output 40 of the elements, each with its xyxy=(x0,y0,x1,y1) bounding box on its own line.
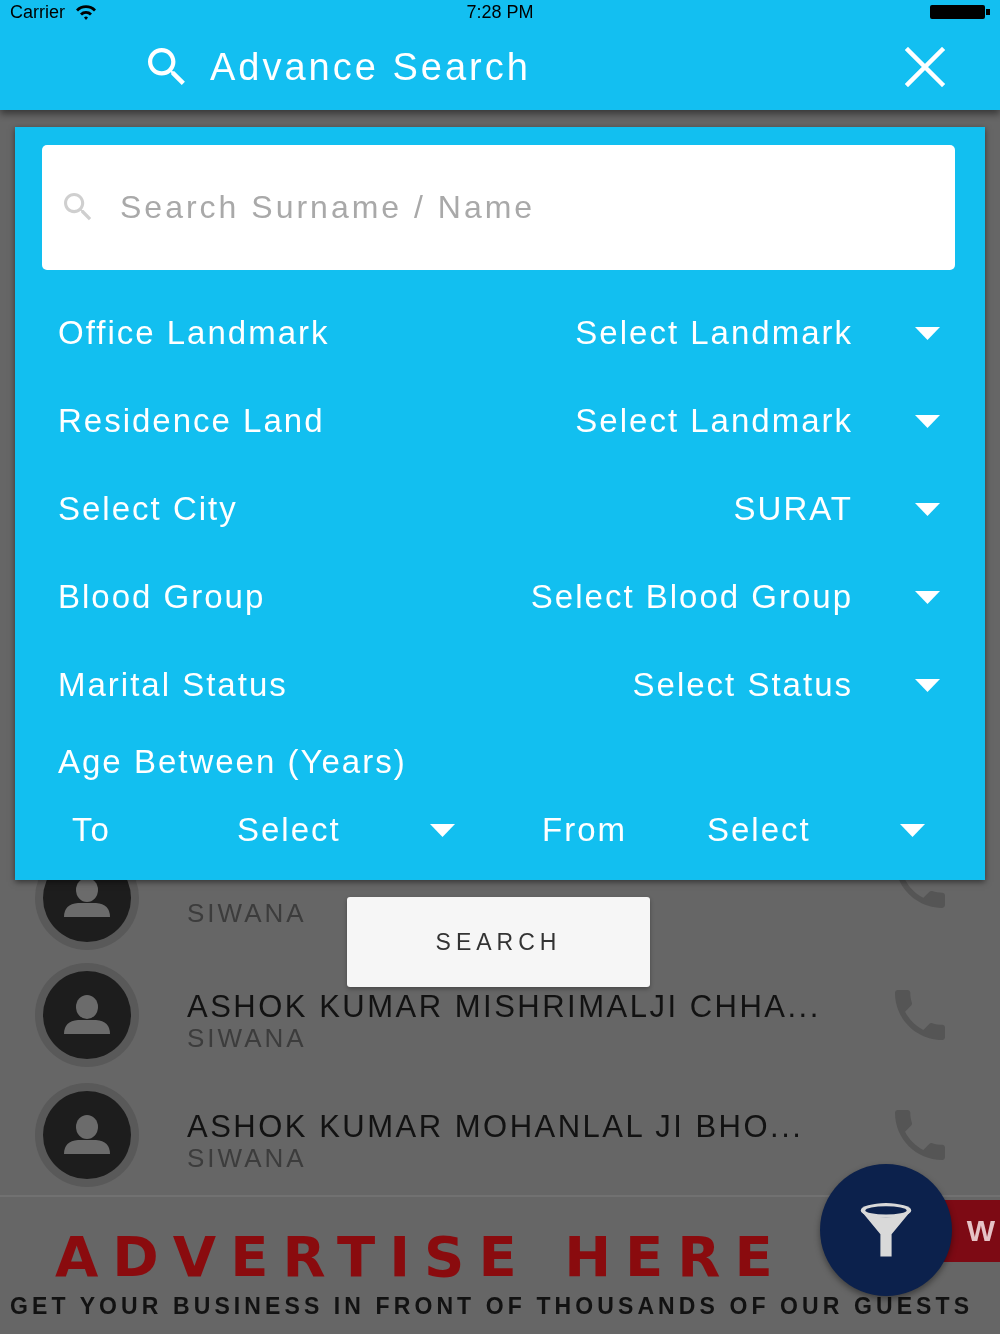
filter-dropdown[interactable]: SURAT xyxy=(733,490,940,528)
search-icon xyxy=(148,48,186,86)
filter-label: Residence Land xyxy=(58,402,325,440)
age-range-label: Age Between (Years) xyxy=(58,742,407,782)
age-bound-label: From xyxy=(542,811,628,849)
search-button[interactable]: SEARCH xyxy=(347,897,650,987)
avatar-icon xyxy=(35,963,139,1067)
age-dropdown[interactable]: Select xyxy=(237,811,455,849)
battery-icon xyxy=(930,5,990,19)
caret-icon xyxy=(915,326,940,340)
caret-icon xyxy=(900,823,925,837)
contact-name: ASHOK KUMAR MOHANLAL JI BHO... xyxy=(187,1111,804,1143)
filter-dropdown[interactable]: Select Landmark xyxy=(575,314,940,352)
funnel-icon xyxy=(858,1202,914,1258)
search-field[interactable]: Search Surname / Name xyxy=(42,145,955,270)
advert-tagline: GET YOUR BUSINESS IN FRONT OF THOUSANDS OF OUR GUESTS xyxy=(10,1292,974,1320)
caret-icon xyxy=(915,414,940,428)
filter-dropdown[interactable]: Select Status xyxy=(632,666,940,704)
wifi-icon xyxy=(75,4,97,20)
filter-dropdown[interactable]: Select Blood Group xyxy=(530,578,940,616)
close-button[interactable] xyxy=(905,47,945,87)
caret-icon xyxy=(915,678,940,692)
advert-headline[interactable]: ADVERTISE HERE xyxy=(55,1225,787,1289)
filter-dropdown[interactable]: Select Landmark xyxy=(575,402,940,440)
caret-icon xyxy=(430,823,455,837)
filter-label: Blood Group xyxy=(58,578,266,616)
caret-icon xyxy=(915,502,940,516)
age-bound-label: To xyxy=(72,811,112,849)
avatar-icon xyxy=(35,1083,139,1187)
filter-label: Select City xyxy=(58,490,238,528)
search-icon xyxy=(64,193,92,221)
carrier-name: Carrier xyxy=(10,1,65,23)
age-dropdown[interactable]: Select xyxy=(707,811,925,849)
filter-label: Marital Status xyxy=(58,666,288,704)
header-title: Advance Search xyxy=(210,45,531,89)
contact-name: ASHOK KUMAR MISHRIMALJI CHHA... xyxy=(187,991,821,1023)
status-time: 7:28 PM xyxy=(466,1,534,23)
avatar-icon xyxy=(35,880,139,950)
filter-label: Office Landmark xyxy=(58,314,330,352)
caret-icon xyxy=(915,590,940,604)
